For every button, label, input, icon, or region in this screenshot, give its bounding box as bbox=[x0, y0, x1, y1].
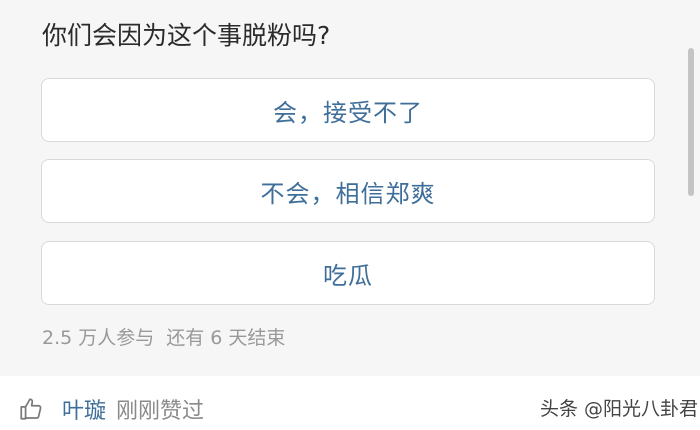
poll-option-eat-melon[interactable]: 吃瓜 bbox=[41, 241, 655, 305]
like-user-name[interactable]: 叶璇 bbox=[62, 393, 106, 425]
poll-option-label: 会，接受不了 bbox=[273, 98, 423, 127]
poll-card: 你们会因为这个事脱粉吗? 会，接受不了 不会，相信郑爽 吃瓜 2.5 万人参与还… bbox=[0, 0, 700, 376]
poll-option-trust[interactable]: 不会，相信郑爽 bbox=[41, 159, 655, 223]
watermark: 头条 @阳光八卦君 bbox=[540, 398, 699, 420]
thumbs-up-icon[interactable] bbox=[18, 396, 44, 422]
poll-ends-in: 还有 6 天结束 bbox=[166, 327, 286, 349]
like-row: 叶璇 刚刚赞过 bbox=[18, 392, 204, 426]
poll-option-accept-not[interactable]: 会，接受不了 bbox=[41, 78, 655, 142]
scrollbar-thumb[interactable] bbox=[688, 48, 694, 196]
poll-participants: 2.5 万人参与 bbox=[42, 327, 155, 349]
poll-option-label: 吃瓜 bbox=[323, 261, 373, 290]
like-action-text: 刚刚赞过 bbox=[116, 399, 205, 424]
poll-option-label: 不会，相信郑爽 bbox=[260, 179, 436, 208]
poll-meta: 2.5 万人参与 还有 6 天结束 bbox=[42, 324, 285, 352]
poll-question: 你们会因为这个事脱粉吗? bbox=[42, 21, 331, 50]
